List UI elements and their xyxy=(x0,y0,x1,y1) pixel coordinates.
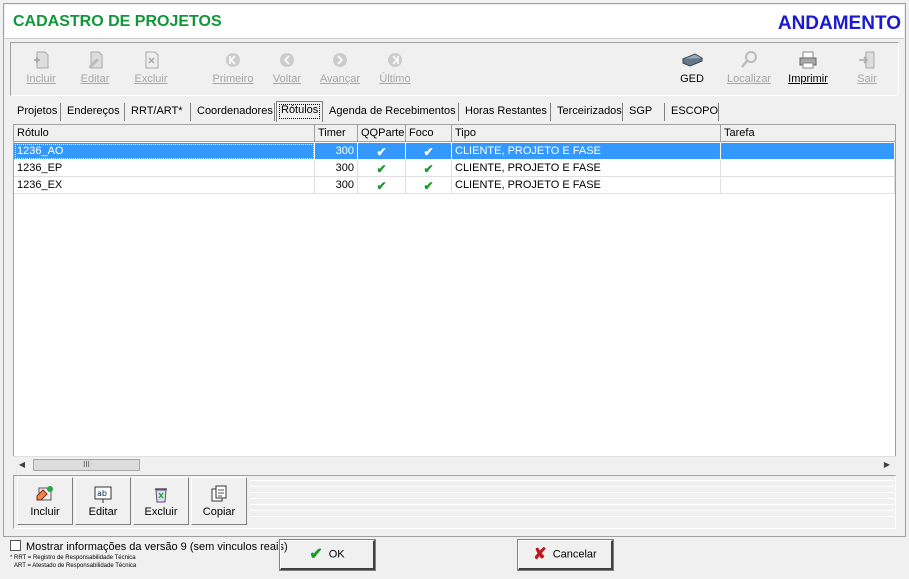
foco-check-icon[interactable]: ✔ xyxy=(406,143,452,160)
exit-door-icon xyxy=(859,51,875,69)
copy-icon xyxy=(211,485,227,502)
column-header-tarefa[interactable]: Tarefa xyxy=(721,125,895,142)
svg-text:ab: ab xyxy=(97,489,107,498)
version9-checkbox[interactable]: Mostrar informações da versão 9 (sem vin… xyxy=(10,540,288,553)
column-header-qqparte[interactable]: QQParte xyxy=(358,125,406,142)
qqparte-check-icon[interactable]: ✔ xyxy=(358,177,406,194)
add-record-icon xyxy=(34,51,49,69)
foco-check-icon[interactable]: ✔ xyxy=(406,160,452,177)
table-row[interactable]: 1236_EX 300 ✔ ✔ CLIENTE, PROJETO E FASE xyxy=(14,177,895,194)
sair-button[interactable]: Sair xyxy=(849,49,885,91)
scroll-right-icon[interactable]: ▶ xyxy=(880,458,894,472)
tab-escopo[interactable]: ESCOPO xyxy=(667,103,719,121)
printer-icon xyxy=(799,51,817,69)
horizontal-scrollbar[interactable]: ◀ III ▶ xyxy=(13,456,896,473)
table-row[interactable]: 1236_EP 300 ✔ ✔ CLIENTE, PROJETO E FASE xyxy=(14,160,895,177)
avancar-button[interactable]: Avançar xyxy=(317,49,363,91)
column-header-timer[interactable]: Timer xyxy=(315,125,358,142)
ged-button[interactable]: GED xyxy=(671,49,713,91)
localizar-button[interactable]: Localizar xyxy=(723,49,775,91)
tab-coordenadores[interactable]: Coordenadores xyxy=(193,103,275,121)
excluir-rotulo-button[interactable]: Excluir xyxy=(133,477,189,525)
tab-horas-restantes[interactable]: Horas Restantes xyxy=(461,103,551,121)
magnifier-icon xyxy=(741,51,757,68)
previous-record-icon xyxy=(280,53,294,67)
table-row[interactable]: 1236_AO 300 ✔ ✔ CLIENTE, PROJETO E FASE xyxy=(14,143,895,160)
column-header-foco[interactable]: Foco xyxy=(406,125,452,142)
edit-record-icon xyxy=(89,51,103,69)
edit-text-icon: ab xyxy=(94,486,112,503)
tab-enderecos[interactable]: Endereços xyxy=(63,103,125,121)
status-label: ANDAMENTO xyxy=(777,13,901,34)
scanner-icon xyxy=(681,53,704,67)
scroll-left-icon[interactable]: ◀ xyxy=(15,458,29,472)
incluir-rotulo-button[interactable]: Incluir xyxy=(17,477,73,525)
voltar-button[interactable]: Voltar xyxy=(265,49,309,91)
delete-record-icon xyxy=(145,51,159,69)
tab-rotulos[interactable]: Rótulos xyxy=(276,101,323,122)
page-title: CADASTRO DE PROJETOS xyxy=(13,13,222,30)
tab-rrt-art[interactable]: RRT/ART* xyxy=(127,103,191,121)
primeiro-button[interactable]: Primeiro xyxy=(211,49,255,91)
decorative-lines xyxy=(250,480,894,524)
copiar-rotulo-button[interactable]: Copiar xyxy=(191,477,247,525)
add-label-icon xyxy=(36,486,53,501)
x-icon: ✘ xyxy=(533,546,547,563)
column-header-tipo[interactable]: Tipo xyxy=(452,125,721,142)
editar-button[interactable]: Editar xyxy=(73,49,117,91)
tab-sgp[interactable]: SGP xyxy=(625,103,665,121)
last-record-icon xyxy=(388,53,402,67)
first-record-icon xyxy=(226,53,240,67)
scrollbar-thumb[interactable]: III xyxy=(33,459,140,471)
tab-terceirizados[interactable]: Terceirizados xyxy=(553,103,623,121)
tab-projetos[interactable]: Projetos xyxy=(13,103,61,121)
qqparte-check-icon[interactable]: ✔ xyxy=(358,143,406,160)
ultimo-button[interactable]: Último xyxy=(373,49,417,91)
imprimir-button[interactable]: Imprimir xyxy=(785,49,831,91)
rotulos-grid[interactable]: Rótulo Timer QQParte Foco Tipo Tarefa 12… xyxy=(13,124,896,472)
tab-agenda-de-recebimentos[interactable]: Agenda de Recebimentos xyxy=(325,103,459,121)
qqparte-check-icon[interactable]: ✔ xyxy=(358,160,406,177)
editar-rotulo-button[interactable]: ab Editar xyxy=(75,477,131,525)
check-icon: ✔ xyxy=(309,546,323,563)
cancel-button[interactable]: ✘ Cancelar xyxy=(517,539,614,571)
excluir-button[interactable]: Excluir xyxy=(129,49,173,91)
next-record-icon xyxy=(333,53,347,67)
note-art: ART = Atestado de Responsabilidade Técni… xyxy=(14,563,137,569)
incluir-button[interactable]: Incluir xyxy=(19,49,63,91)
foco-check-icon[interactable]: ✔ xyxy=(406,177,452,194)
action-bar: Incluir ab Editar Excluir Copiar xyxy=(13,475,896,529)
ok-button[interactable]: ✔ OK xyxy=(279,539,376,571)
column-header-rotulo[interactable]: Rótulo xyxy=(14,125,315,142)
checkbox-box[interactable] xyxy=(10,540,21,551)
note-rrt: * RRT = Registro de Responsabilidade Téc… xyxy=(10,555,136,561)
toolbar: Incluir Editar Excluir Primeiro Voltar A… xyxy=(10,42,899,96)
tab-strip: Projetos Endereços RRT/ART* Coordenadore… xyxy=(13,101,893,122)
recycle-bin-icon xyxy=(155,488,167,503)
